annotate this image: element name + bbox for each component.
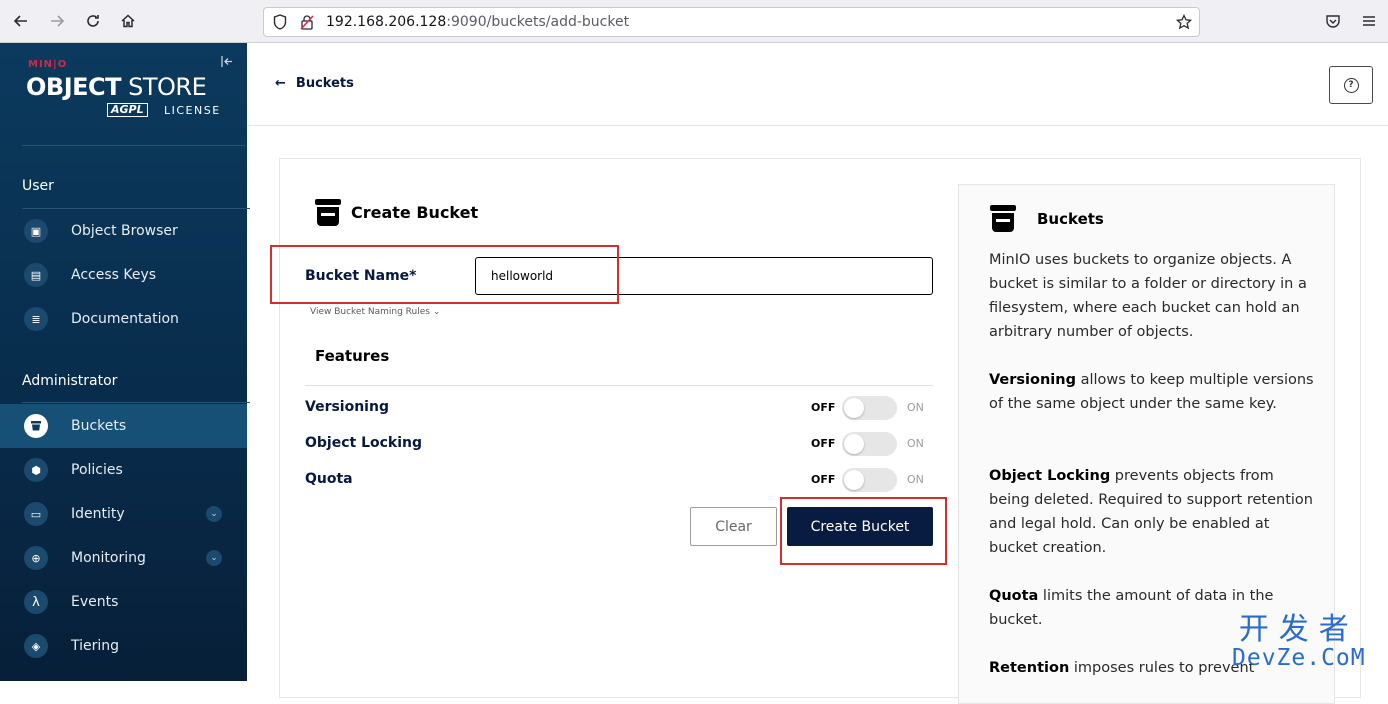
sidebar: MIN|O OBJECT STORE AGPL LICENSE User ▣ O… xyxy=(0,43,250,681)
toggle-on-label: ON xyxy=(907,401,924,414)
documentation-icon: ≣ xyxy=(24,307,48,331)
sidebar-item-buckets[interactable]: Buckets xyxy=(0,404,247,448)
info-versioning: Versioning allows to keep multiple versi… xyxy=(989,372,1314,412)
sidebar-item-monitoring[interactable]: ⊕ Monitoring ⌄ xyxy=(0,536,247,580)
form-title: Create Bucket xyxy=(351,203,479,222)
watermark: 开发者 DevZe.CoM xyxy=(1232,612,1366,671)
forward-arrow-icon[interactable] xyxy=(44,8,70,34)
section-user: User xyxy=(22,178,54,194)
help-icon: ? xyxy=(1343,77,1359,93)
versioning-toggle[interactable] xyxy=(842,396,897,420)
sidebar-item-label: Access Keys xyxy=(71,267,157,283)
address-bar[interactable]: 192.168.206.128:9090/buckets/add-bucket xyxy=(263,7,1200,37)
back-link-label: Buckets xyxy=(295,76,354,91)
naming-rules-link[interactable]: View Bucket Naming Rules ⌄ xyxy=(310,307,440,317)
url-text[interactable]: 192.168.206.128:9090/buckets/add-bucket xyxy=(326,14,629,30)
chevron-down-icon[interactable]: ⌄ xyxy=(206,506,222,522)
divider xyxy=(22,402,250,403)
bookmark-star-icon[interactable] xyxy=(1175,13,1193,34)
pocket-icon[interactable] xyxy=(1320,8,1346,34)
access-keys-icon: ▤ xyxy=(24,263,48,287)
logo-license: LICENSE xyxy=(164,104,221,117)
logo-brand: MIN|O xyxy=(28,59,68,70)
home-icon[interactable] xyxy=(115,8,141,34)
feature-quota: Quota OFF ON xyxy=(305,468,933,492)
tiering-icon: ◈ xyxy=(24,634,48,658)
sidebar-item-events[interactable]: λ Events xyxy=(0,580,247,624)
watermark-english: DevZe.CoM xyxy=(1232,645,1366,671)
logo-agpl-badge: AGPL xyxy=(107,103,148,117)
sidebar-item-label: Buckets xyxy=(71,418,127,434)
feature-versioning: Versioning OFF ON xyxy=(305,396,933,420)
sidebar-item-label: Monitoring xyxy=(71,550,146,566)
sidebar-item-label: Documentation xyxy=(71,311,179,327)
highlight-box xyxy=(780,497,947,565)
logo-title: OBJECT STORE xyxy=(26,73,207,101)
bucket-icon xyxy=(24,414,48,438)
lambda-icon: λ xyxy=(24,590,48,614)
divider xyxy=(305,385,933,386)
toggle-off-label: OFF xyxy=(811,401,836,414)
sidebar-item-object-browser[interactable]: ▣ Object Browser xyxy=(0,209,247,253)
menu-hamburger-icon[interactable] xyxy=(1356,8,1382,34)
feature-object-locking: Object Locking OFF ON xyxy=(305,432,933,456)
divider xyxy=(22,145,245,146)
sidebar-item-documentation[interactable]: ≣ Documentation xyxy=(0,297,247,341)
insecure-lock-icon[interactable] xyxy=(300,14,314,34)
feature-label: Quota xyxy=(305,471,353,487)
toggle-off-label: OFF xyxy=(811,473,836,486)
sidebar-item-tiering[interactable]: ◈ Tiering xyxy=(0,624,247,668)
divider xyxy=(247,125,1388,126)
object-locking-toggle[interactable] xyxy=(842,432,897,456)
toggle-off-label: OFF xyxy=(811,437,836,450)
reload-icon[interactable] xyxy=(80,8,106,34)
sidebar-item-label: Events xyxy=(71,594,119,610)
clear-button[interactable]: Clear xyxy=(690,507,777,546)
sidebar-item-identity[interactable]: ▭ Identity ⌄ xyxy=(0,492,247,536)
sidebar-item-policies[interactable]: ⬢ Policies xyxy=(0,448,247,492)
highlight-box xyxy=(270,245,619,304)
section-administrator: Administrator xyxy=(22,373,118,389)
watermark-chinese: 开发者 xyxy=(1238,612,1359,647)
bucket-icon xyxy=(315,199,341,227)
back-to-buckets-link[interactable]: ← Buckets xyxy=(275,76,354,91)
policies-icon: ⬢ xyxy=(24,458,48,482)
sidebar-item-label: Tiering xyxy=(71,638,120,654)
info-title: Buckets xyxy=(1037,210,1104,228)
feature-label: Object Locking xyxy=(305,435,423,451)
collapse-sidebar-icon[interactable] xyxy=(221,55,234,72)
info-intro: MinIO uses buckets to organize objects. … xyxy=(989,252,1307,340)
sidebar-item-access-keys[interactable]: ▤ Access Keys xyxy=(0,253,247,297)
identity-icon: ▭ xyxy=(24,502,48,526)
bucket-icon xyxy=(990,205,1016,233)
object-browser-icon: ▣ xyxy=(24,219,48,243)
monitoring-icon: ⊕ xyxy=(24,546,48,570)
sidebar-item-label: Policies xyxy=(71,462,123,478)
sidebar-item-label: Identity xyxy=(71,506,125,522)
help-button[interactable]: ? xyxy=(1329,66,1373,104)
feature-label: Versioning xyxy=(305,399,389,415)
toggle-on-label: ON xyxy=(907,437,924,450)
sidebar-item-label: Object Browser xyxy=(71,223,178,239)
info-object-locking: Object Locking prevents objects from bei… xyxy=(989,468,1313,556)
features-title: Features xyxy=(315,347,390,365)
browser-toolbar: 192.168.206.128:9090/buckets/add-bucket xyxy=(0,0,1388,43)
shield-icon[interactable] xyxy=(273,14,287,34)
back-arrow-icon: ← xyxy=(275,76,286,91)
back-arrow-icon[interactable] xyxy=(8,8,34,34)
quota-toggle[interactable] xyxy=(842,468,897,492)
toggle-on-label: ON xyxy=(907,473,924,486)
chevron-down-icon: ⌄ xyxy=(432,307,441,317)
chevron-down-icon[interactable]: ⌄ xyxy=(206,550,222,566)
